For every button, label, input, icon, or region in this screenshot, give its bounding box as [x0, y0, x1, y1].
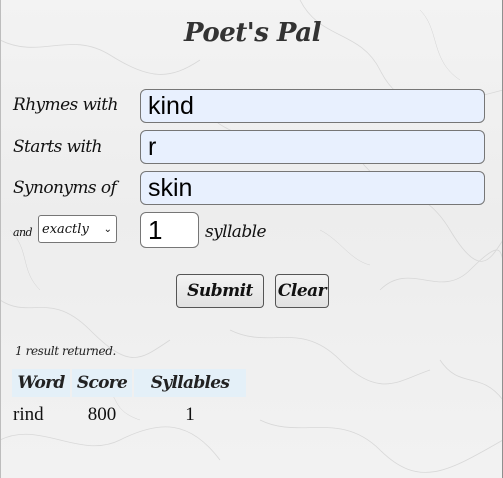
clear-button[interactable]: Clear — [275, 274, 329, 308]
result-word: rind — [13, 404, 44, 425]
syllable-count-mode-select[interactable]: exactly ⌄ — [38, 215, 117, 243]
submit-button[interactable]: Submit — [176, 274, 264, 308]
rhymes-with-input[interactable] — [140, 89, 485, 123]
result-score: 800 — [87, 404, 117, 425]
page-frame: Poet's Pal Rhymes with Starts with Synon… — [0, 0, 503, 478]
column-header-score: Score — [72, 369, 132, 397]
starts-with-input[interactable] — [140, 130, 485, 164]
result-count: 1 result returned. — [15, 344, 116, 358]
starts-with-label: Starts with — [13, 137, 102, 157]
and-label: and — [13, 226, 32, 239]
column-header-syllables: Syllables — [134, 369, 246, 397]
syllable-label: syllable — [205, 222, 267, 242]
syllable-count-input[interactable] — [140, 212, 199, 248]
app-title: Poet's Pal — [184, 18, 321, 48]
synonyms-of-input[interactable] — [140, 171, 485, 205]
rhymes-with-label: Rhymes with — [13, 95, 118, 115]
result-syllables: 1 — [185, 404, 195, 425]
table-row: rind 800 1 — [12, 399, 246, 426]
select-value: exactly — [42, 221, 89, 237]
chevron-down-icon: ⌄ — [103, 223, 112, 235]
column-header-word: Word — [12, 369, 70, 397]
synonyms-of-label: Synonyms of — [13, 178, 117, 198]
results-header-row: Word Score Syllables — [12, 369, 246, 397]
results-table: Word Score Syllables rind 800 1 — [10, 367, 248, 428]
